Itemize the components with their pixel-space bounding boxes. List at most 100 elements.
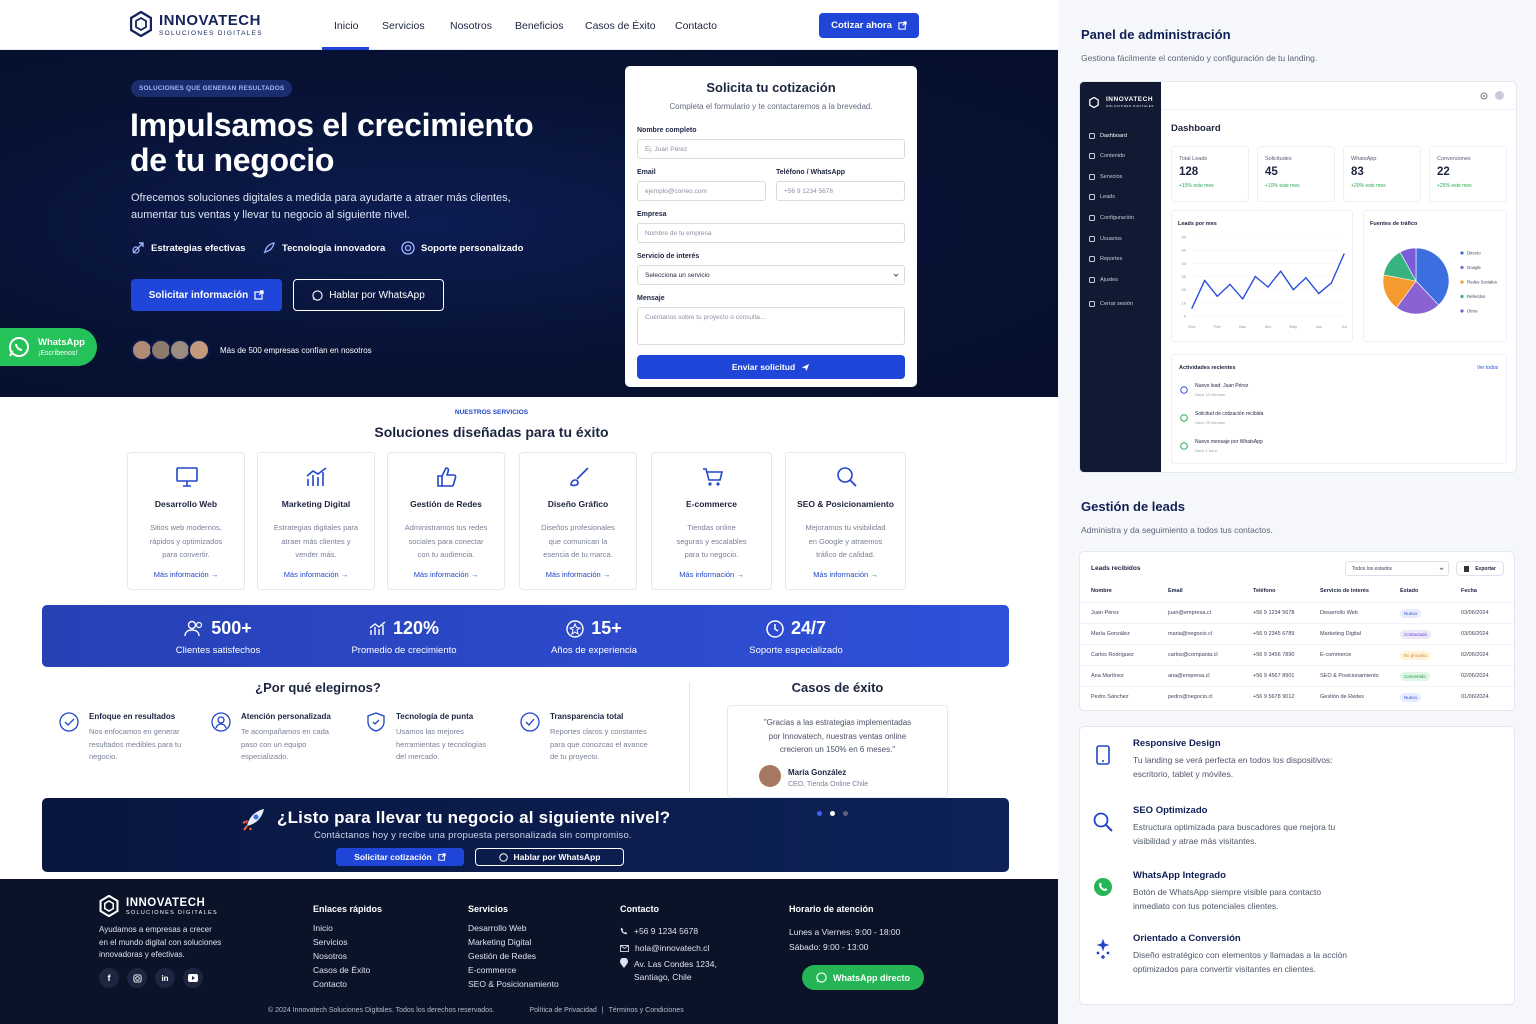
sidebar-item-dashboard[interactable]: Dashboard bbox=[1089, 133, 1127, 139]
footer-service-link[interactable]: Marketing Digital bbox=[468, 935, 559, 949]
sidebar-item-servicios[interactable]: Servicios bbox=[1089, 174, 1122, 180]
footer-logo[interactable]: INNOVATECH SOLUCIONES DIGITALES bbox=[99, 895, 218, 917]
enviar-solicitud-button[interactable]: Enviar solicitud bbox=[637, 355, 905, 379]
service-more-link[interactable]: Más información → bbox=[786, 570, 905, 579]
footer-service-link[interactable]: E-commerce bbox=[468, 963, 559, 977]
nav-contacto[interactable]: Contacto bbox=[675, 20, 717, 32]
linkedin-icon[interactable]: in bbox=[155, 968, 175, 988]
chevron-down-icon bbox=[1439, 567, 1444, 570]
facebook-icon[interactable]: f bbox=[99, 968, 119, 988]
table-row[interactable]: Pedro Sánchez pedro@negocio.cl +56 9 5678 … bbox=[1080, 686, 1514, 707]
nav-inicio[interactable]: Inicio bbox=[334, 20, 359, 32]
cta-whatsapp-label: Hablar por WhatsApp bbox=[513, 852, 601, 862]
export-button[interactable]: Exportar bbox=[1456, 561, 1504, 576]
cta-solicitar-button[interactable]: Solicitar cotización bbox=[336, 848, 464, 866]
desc-line: con tu audiencia. bbox=[417, 550, 475, 559]
carousel-dot[interactable] bbox=[817, 811, 822, 816]
service-card[interactable]: Marketing Digital Estrategias digitales … bbox=[257, 452, 375, 590]
why-item: Tecnología de punta Usamos las mejores he… bbox=[366, 712, 516, 764]
carousel-dot-active[interactable] bbox=[830, 811, 835, 816]
service-card[interactable]: E-commerce Tiendas online seguras y escal… bbox=[651, 452, 772, 590]
whatsapp-icon bbox=[498, 852, 508, 862]
service-title: Gestión de Redes bbox=[410, 499, 482, 509]
sidebar-item-ajustes[interactable]: Ajustes bbox=[1089, 277, 1118, 283]
sidebar-item-reportes[interactable]: Reportes bbox=[1089, 256, 1122, 262]
table-cell: SEO & Posicionamiento bbox=[1320, 673, 1379, 679]
activity-item[interactable]: Nuevo lead: Juan Pérez Hace 10 minutos bbox=[1180, 383, 1500, 405]
sidebar-item-contenido[interactable]: Contenido bbox=[1089, 153, 1125, 159]
settings-icon[interactable] bbox=[1480, 92, 1488, 100]
footer-link[interactable]: Servicios bbox=[313, 935, 370, 949]
service-more-link[interactable]: Más información → bbox=[128, 570, 244, 579]
hexagon-logo-icon bbox=[130, 11, 152, 37]
carousel-dot[interactable] bbox=[843, 811, 848, 816]
message-textarea[interactable]: Cuéntanos sobre tu proyecto o consulta..… bbox=[637, 307, 905, 345]
youtube-icon[interactable] bbox=[183, 968, 203, 988]
nav-servicios[interactable]: Servicios bbox=[382, 20, 425, 32]
service-card[interactable]: Diseño Gráfico Diseños profesionales que … bbox=[519, 452, 637, 590]
service-desc: Sitios web modernos, rápidos y optimizado… bbox=[138, 521, 234, 562]
nav-casos[interactable]: Casos de Éxito bbox=[585, 20, 656, 32]
footer-phone[interactable]: +56 9 1234 5678 bbox=[620, 924, 698, 938]
footer-link[interactable]: Inicio bbox=[313, 921, 370, 935]
cotizar-button[interactable]: Cotizar ahora bbox=[819, 13, 919, 38]
footer-link[interactable]: Nosotros bbox=[313, 949, 370, 963]
activity-item[interactable]: Solicitud de cotización recibida Hace 25… bbox=[1180, 411, 1500, 433]
service-more-link[interactable]: Más información → bbox=[652, 570, 771, 579]
service-more-link[interactable]: Más información → bbox=[388, 570, 504, 579]
instagram-icon[interactable] bbox=[127, 968, 147, 988]
kpi-card: WhatsApp 83 +20% este mes bbox=[1343, 146, 1421, 202]
y-tick-label: 30 bbox=[1182, 274, 1187, 279]
sidebar-item-configuracion[interactable]: Configuración bbox=[1089, 215, 1134, 221]
activity-see-all[interactable]: Ver todos bbox=[1477, 365, 1498, 371]
data-point bbox=[1343, 253, 1345, 255]
solicitar-info-button[interactable]: Solicitar información bbox=[131, 279, 282, 311]
sidebar-item-cerrar-sesion[interactable]: Cerrar sesión bbox=[1089, 301, 1133, 307]
service-more-link[interactable]: Más información → bbox=[520, 570, 636, 579]
table-row[interactable]: María González maria@negocio.cl +56 9 2345… bbox=[1080, 623, 1514, 644]
footer-service-link[interactable]: Desarrollo Web bbox=[468, 921, 559, 935]
table-row[interactable]: Ana Martínez ana@empresa.cl +56 9 4567 890… bbox=[1080, 665, 1514, 686]
whatsapp-float-button[interactable]: WhatsApp ¡Escríbenos! bbox=[0, 328, 97, 366]
kpi-title: Solicitudes bbox=[1265, 156, 1292, 162]
table-row[interactable]: Carlos Rodríguez carlos@compania.cl +56 9 … bbox=[1080, 644, 1514, 665]
x-tick-label: Abr bbox=[1265, 324, 1272, 329]
name-input[interactable]: Ej. Juan Pérez bbox=[637, 139, 905, 159]
activity-item[interactable]: Nuevo mensaje por WhatsApp Hace 1 hora bbox=[1180, 439, 1500, 461]
service-select-value: Selecciona un servicio bbox=[645, 272, 710, 279]
nav-nosotros[interactable]: Nosotros bbox=[450, 20, 492, 32]
service-card[interactable]: Desarrollo Web Sitios web modernos, rápid… bbox=[127, 452, 245, 590]
footer-email[interactable]: hola@innovatech.cl bbox=[620, 941, 709, 955]
nav-beneficios[interactable]: Beneficios bbox=[515, 20, 563, 32]
footer-service-link[interactable]: Gestión de Redes bbox=[468, 949, 559, 963]
hero-whatsapp-button[interactable]: Hablar por WhatsApp bbox=[293, 279, 444, 311]
privacy-link[interactable]: Política de Privacidad bbox=[529, 1007, 596, 1014]
footer-link[interactable]: Contacto bbox=[313, 977, 370, 991]
phone-input[interactable]: +56 9 1234 5678 bbox=[776, 181, 905, 201]
footer-service-link[interactable]: SEO & Posicionamiento bbox=[468, 977, 559, 991]
terms-link[interactable]: Términos y Condiciones bbox=[609, 1007, 684, 1014]
status-badge: En proceso bbox=[1400, 651, 1431, 660]
sidebar-item-usuarios[interactable]: Usuarios bbox=[1089, 236, 1122, 242]
award-icon bbox=[566, 619, 584, 638]
service-card[interactable]: SEO & Posicionamiento Mejoramos tu visib… bbox=[785, 452, 906, 590]
email-input[interactable]: ejemplo@correo.com bbox=[637, 181, 766, 201]
service-select[interactable]: Selecciona un servicio bbox=[637, 265, 905, 285]
company-input[interactable]: Nombre de tu empresa bbox=[637, 223, 905, 243]
footer-whatsapp-button[interactable]: WhatsApp directo bbox=[802, 965, 924, 990]
cotizar-label: Cotizar ahora bbox=[831, 20, 892, 31]
service-desc: Diseños profesionales que comunican la ese… bbox=[530, 521, 626, 562]
status-filter-select[interactable]: Todos los estados bbox=[1345, 561, 1449, 576]
admin-sidebar: INNOVATECH SOLUCIONES DIGITALES Dashboard… bbox=[1080, 82, 1161, 472]
footer-link[interactable]: Casos de Éxito bbox=[313, 963, 370, 977]
table-row[interactable]: Juan Pérez juan@empresa.cl +56 9 1234 5678… bbox=[1080, 602, 1514, 623]
why-item-title: Atención personalizada bbox=[241, 712, 331, 721]
service-more-link[interactable]: Más información → bbox=[258, 570, 374, 579]
brand-logo[interactable]: INNOVATECH SOLUCIONES DIGITALES bbox=[130, 11, 263, 37]
sidebar-item-leads[interactable]: Leads bbox=[1089, 194, 1115, 200]
more-label: Más información bbox=[545, 569, 601, 579]
phone-icon bbox=[620, 927, 628, 935]
service-card[interactable]: Gestión de Redes Administramos tus redes… bbox=[387, 452, 505, 590]
cta-whatsapp-button[interactable]: Hablar por WhatsApp bbox=[475, 848, 624, 866]
user-avatar[interactable] bbox=[1495, 91, 1504, 100]
